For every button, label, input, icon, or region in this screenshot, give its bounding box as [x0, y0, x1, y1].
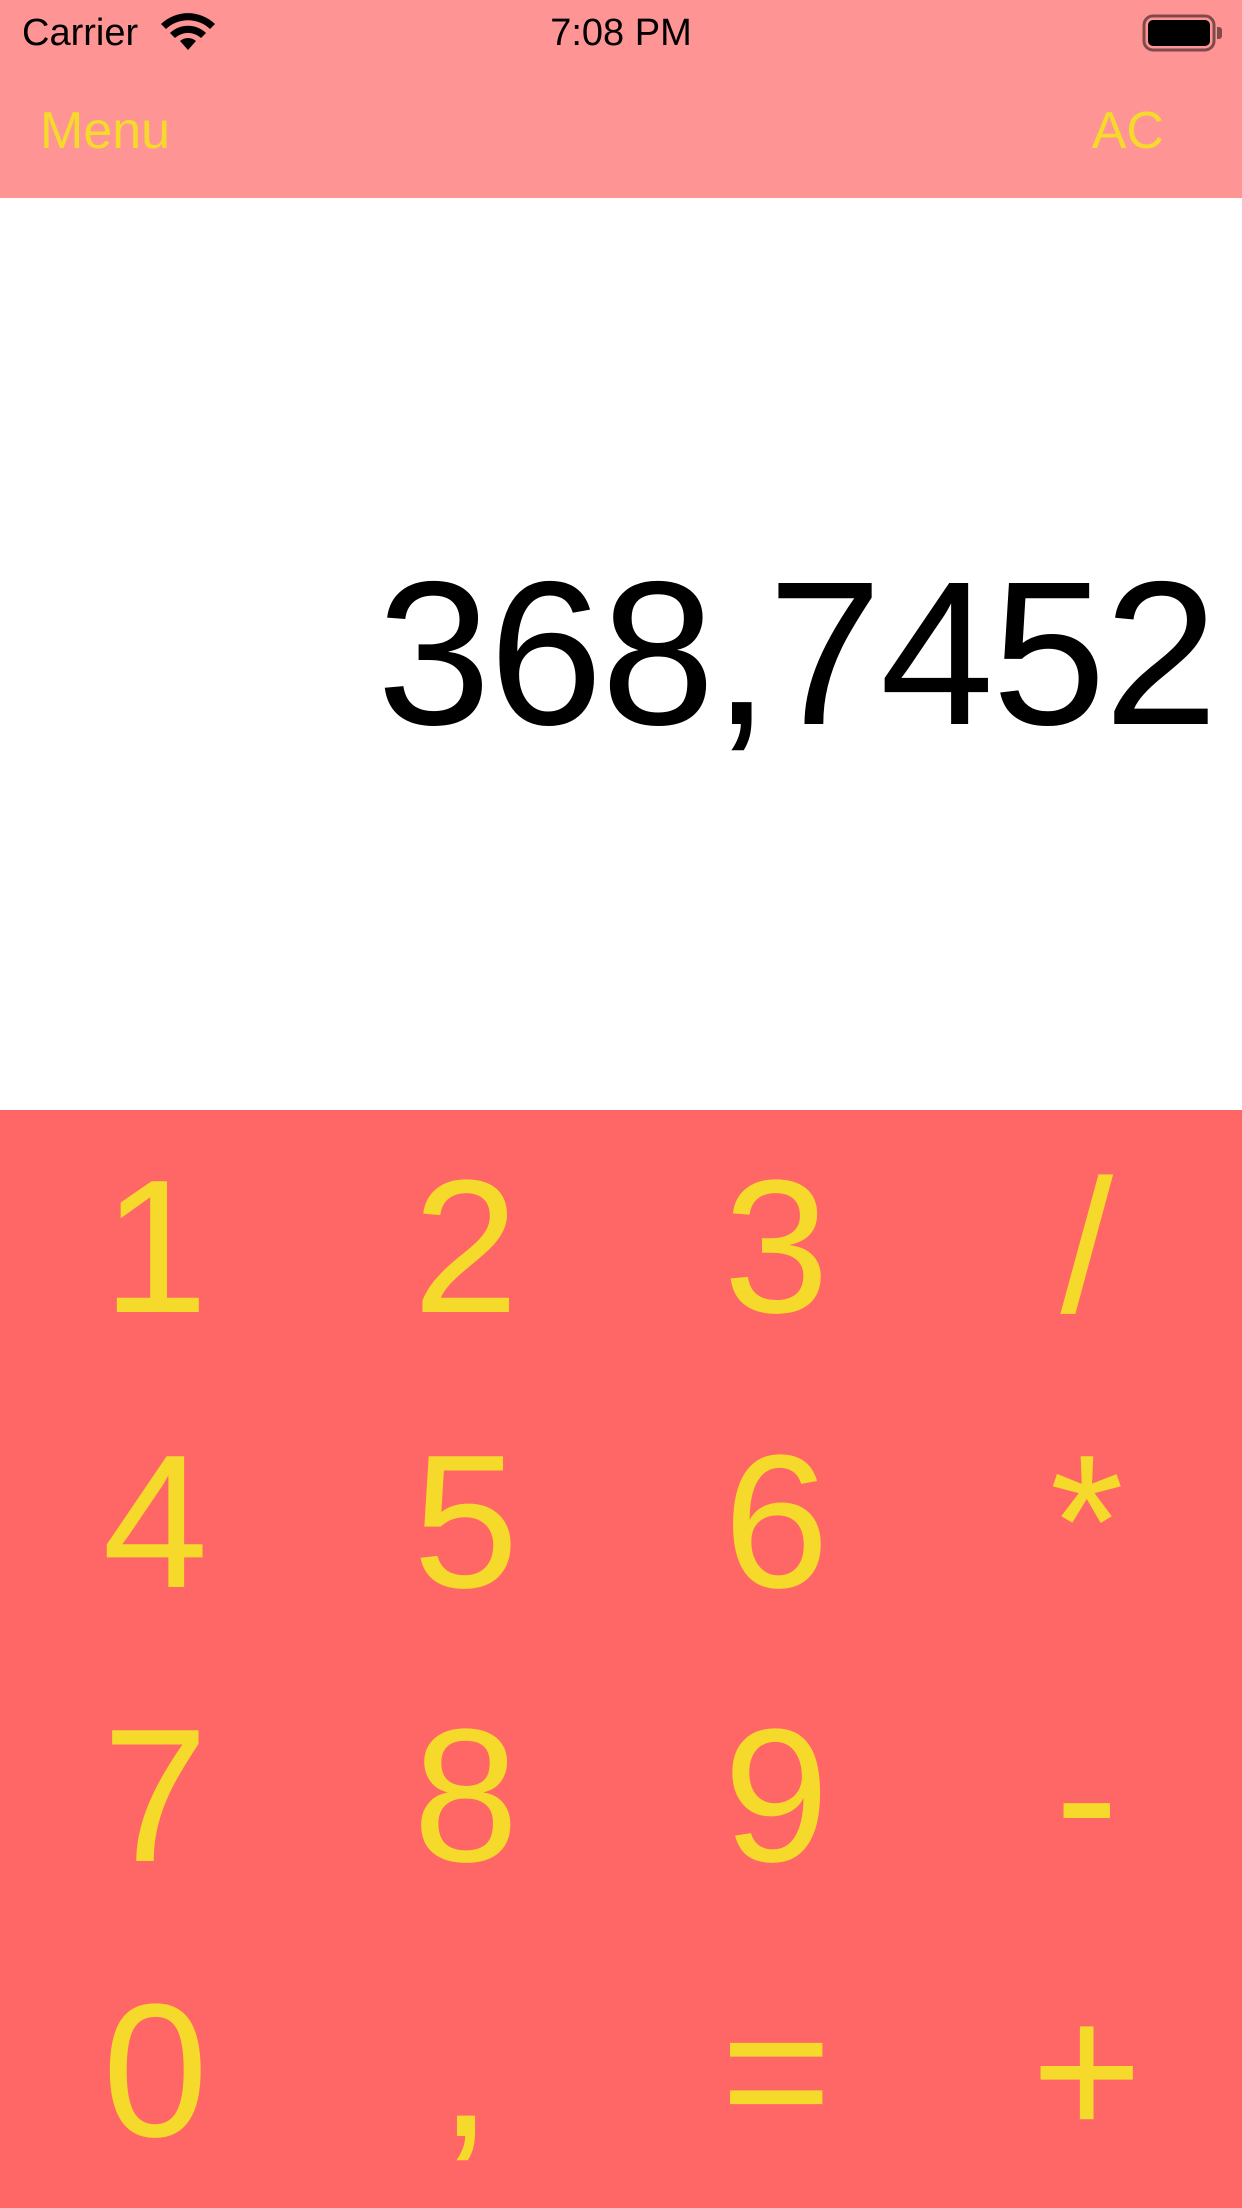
status-bar: Carrier 7:08 PM — [0, 0, 1242, 66]
all-clear-button[interactable]: AC — [1092, 96, 1164, 166]
key-0[interactable]: 0 — [0, 1934, 311, 2208]
key-7[interactable]: 7 — [0, 1659, 311, 1934]
key-9[interactable]: 9 — [621, 1659, 932, 1934]
key-equals[interactable]: = — [621, 1934, 932, 2208]
key-multiply[interactable]: * — [932, 1385, 1242, 1660]
key-4[interactable]: 4 — [0, 1385, 311, 1660]
key-divide[interactable]: / — [932, 1110, 1242, 1385]
key-6[interactable]: 6 — [621, 1385, 932, 1660]
display-value: 368,7452 — [376, 539, 1218, 768]
battery-icon — [1142, 14, 1222, 52]
key-decimal[interactable]: , — [311, 1934, 622, 2208]
key-8[interactable]: 8 — [311, 1659, 622, 1934]
key-2[interactable]: 2 — [311, 1110, 622, 1385]
key-1[interactable]: 1 — [0, 1110, 311, 1385]
key-5[interactable]: 5 — [311, 1385, 622, 1660]
menu-button[interactable]: Menu — [40, 96, 170, 166]
navigation-bar: Menu AC — [0, 66, 1242, 198]
key-subtract[interactable]: - — [932, 1659, 1242, 1934]
status-time: 7:08 PM — [550, 12, 692, 54]
key-add[interactable]: + — [932, 1934, 1242, 2208]
key-3[interactable]: 3 — [621, 1110, 932, 1385]
result-display: 368,7452 — [0, 198, 1242, 1110]
keypad: 1 2 3 / 4 5 6 * 7 8 9 - 0 , = + — [0, 1110, 1242, 2208]
